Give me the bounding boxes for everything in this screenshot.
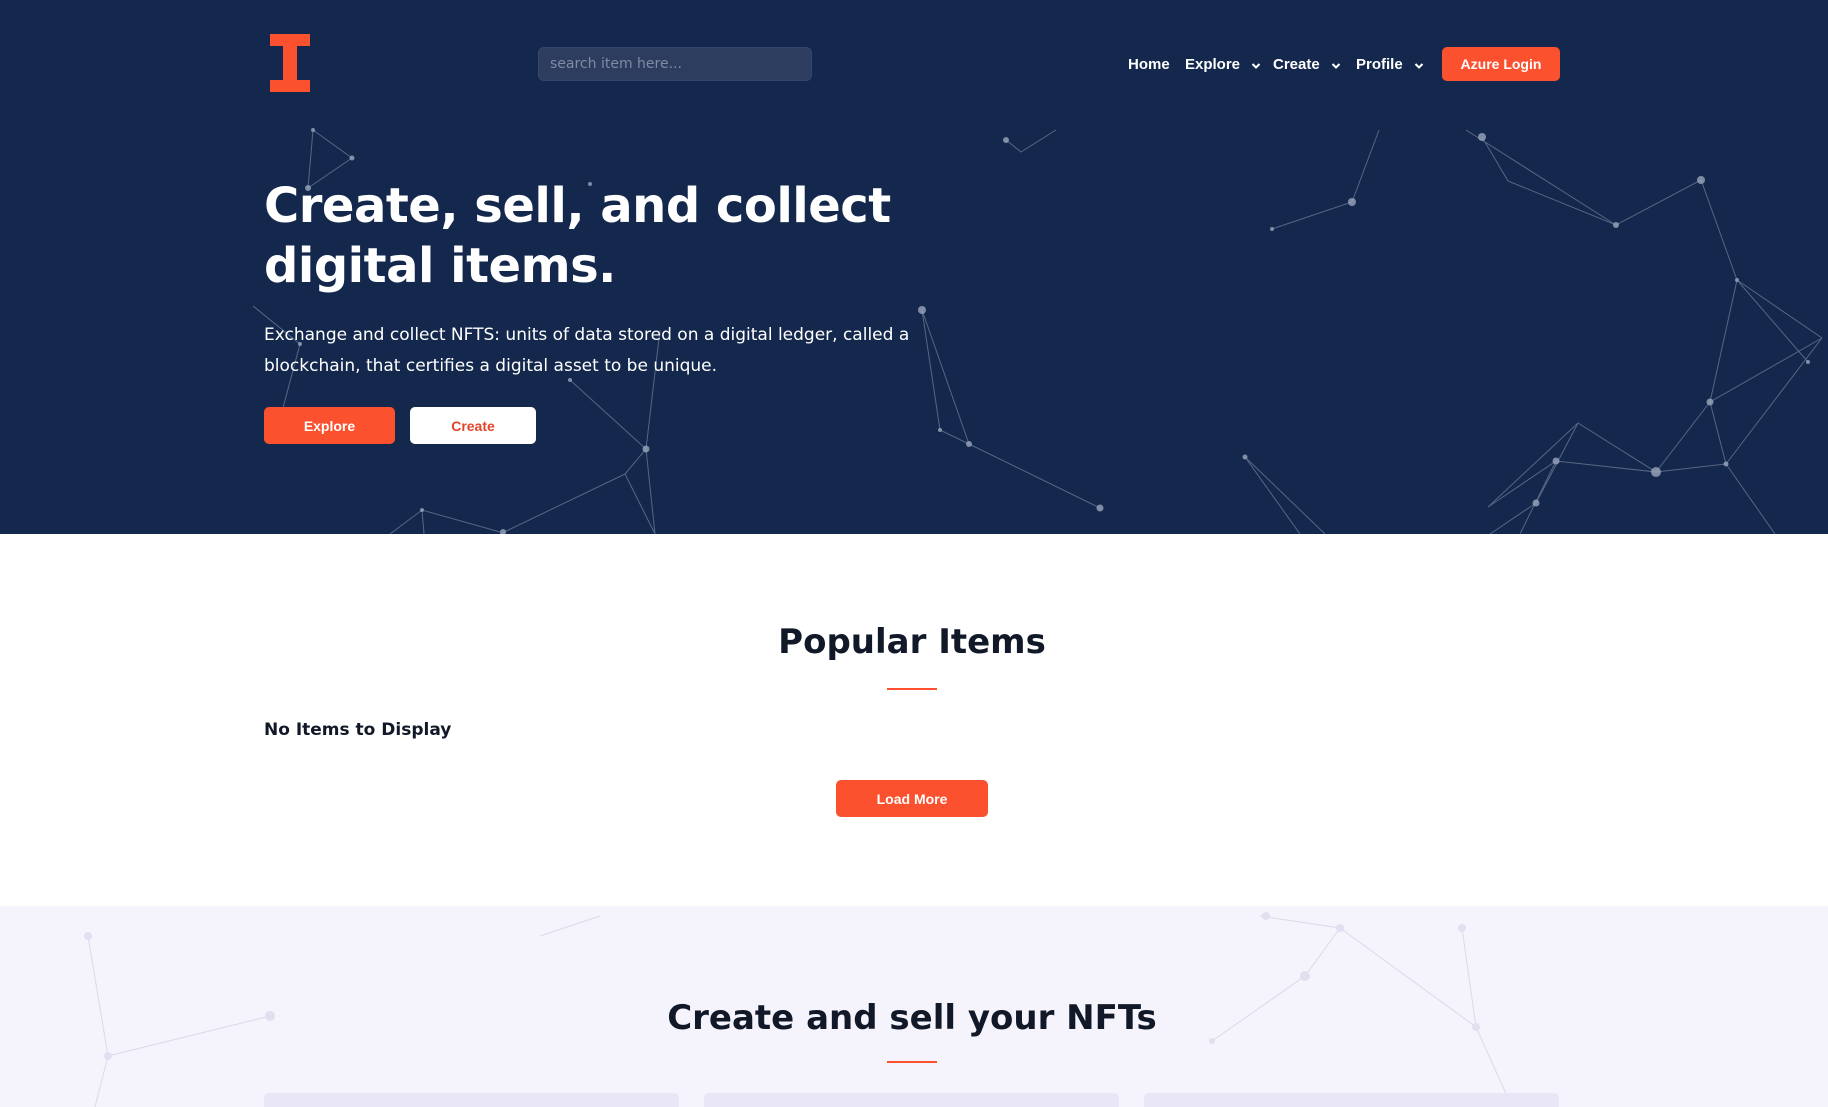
title-underline <box>887 688 937 690</box>
search-field[interactable] <box>538 47 812 81</box>
hero-title: Create, sell, and collect digital items. <box>264 178 891 294</box>
load-more-button[interactable]: Load More <box>836 780 988 817</box>
nav-profile-label: Profile <box>1356 55 1403 73</box>
chevron-down-icon <box>1414 63 1423 69</box>
hero-subtitle: Exchange and collect NFTS: units of data… <box>264 325 910 376</box>
nav-explore[interactable]: Explore <box>1185 54 1262 74</box>
create-button[interactable]: Create <box>410 407 536 444</box>
create-sell-title: Create and sell your NFTs <box>667 998 1157 1038</box>
feature-card <box>264 1093 679 1107</box>
title-underline <box>887 1061 937 1063</box>
nav-home[interactable]: Home <box>1128 54 1170 74</box>
feature-card <box>704 1093 1119 1107</box>
chevron-down-icon <box>1251 63 1261 69</box>
search-input[interactable] <box>539 48 811 80</box>
chevron-down-icon <box>1331 63 1340 69</box>
feature-card <box>1144 1093 1559 1107</box>
logo-icon[interactable] <box>270 34 310 92</box>
nav-explore-label: Explore <box>1185 55 1241 73</box>
popular-items-title: Popular Items <box>778 622 1046 662</box>
azure-login-button[interactable]: Azure Login <box>1442 47 1560 81</box>
hero-section: Home Explore Create Profile Azure Login … <box>0 0 1828 534</box>
create-sell-section: Create and sell your NFTs <box>0 906 1828 1107</box>
nav-create-label: Create <box>1273 55 1320 73</box>
empty-state-message: No Items to Display <box>264 720 452 740</box>
nav-create[interactable]: Create <box>1273 54 1342 74</box>
nav-home-label: Home <box>1128 55 1170 73</box>
nav-profile[interactable]: Profile <box>1356 54 1425 74</box>
explore-button[interactable]: Explore <box>264 407 395 444</box>
